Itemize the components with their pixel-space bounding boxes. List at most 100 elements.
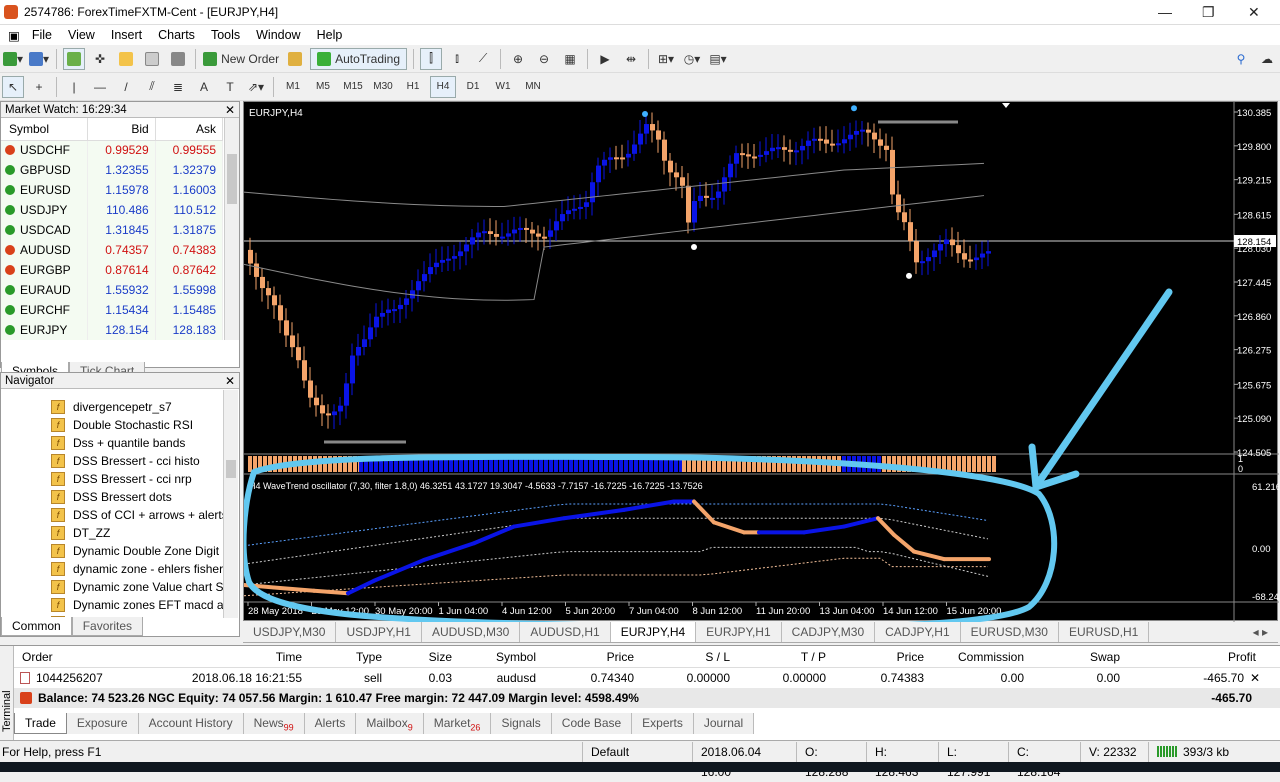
- navigator-item[interactable]: f Dynamic zones EFT macd av: [1, 596, 223, 614]
- terminal-tab[interactable]: Journal: [694, 713, 755, 734]
- menu-view[interactable]: View: [60, 28, 103, 42]
- market-watch-row[interactable]: USDJPY 110.486 110.512: [1, 200, 224, 220]
- col-tp[interactable]: T / P: [736, 650, 832, 664]
- chart-tab[interactable]: AUDUSD,H1: [520, 622, 611, 642]
- vertical-line-icon[interactable]: |: [63, 76, 85, 98]
- navigator-scrollbar[interactable]: [223, 390, 238, 618]
- order-row[interactable]: 1044256207 2018.06.18 16:21:55 sell 0.03…: [14, 668, 1280, 688]
- new-chart-icon[interactable]: ▾: [2, 48, 24, 70]
- candlestick-icon[interactable]: ⫾: [446, 48, 468, 70]
- col-profit[interactable]: Profit: [1126, 650, 1266, 664]
- horizontal-line-icon[interactable]: —: [89, 76, 111, 98]
- menu-charts[interactable]: Charts: [150, 28, 203, 42]
- timeframe-d1[interactable]: D1: [460, 76, 486, 98]
- chart-tab[interactable]: EURJPY,H4: [610, 622, 697, 642]
- timeframe-m15[interactable]: M15: [340, 76, 366, 98]
- market-watch-row[interactable]: USDCHF 0.99529 0.99555: [1, 140, 224, 160]
- navigator-item[interactable]: f DSS of CCI + arrows + alerts: [1, 506, 223, 524]
- navigator-item[interactable]: f Dynamic zone Value chart S: [1, 578, 223, 596]
- minimize-button[interactable]: —: [1158, 4, 1172, 20]
- market-watch-row[interactable]: EURCHF 1.15434 1.15485: [1, 300, 224, 320]
- col-symbol[interactable]: Symbol: [458, 650, 542, 664]
- terminal-tab[interactable]: Exposure: [67, 713, 139, 734]
- label-icon[interactable]: T: [219, 76, 241, 98]
- chart-tab[interactable]: USDJPY,H1: [336, 622, 422, 642]
- line-chart-icon[interactable]: ⟋: [472, 48, 494, 70]
- arrows-icon[interactable]: ⇗▾: [245, 76, 267, 98]
- col-price-current[interactable]: Price: [832, 650, 930, 664]
- fibonacci-icon[interactable]: ≣: [167, 76, 189, 98]
- bar-chart-icon[interactable]: ⫿: [420, 47, 443, 70]
- status-profile[interactable]: Default: [582, 741, 692, 762]
- terminal-tab[interactable]: Code Base: [552, 713, 633, 734]
- text-icon[interactable]: A: [193, 76, 215, 98]
- terminal-tab[interactable]: Alerts: [305, 713, 357, 734]
- timeframe-h1[interactable]: H1: [400, 76, 426, 98]
- periods-icon[interactable]: ◷▾: [681, 48, 703, 70]
- close-icon[interactable]: ✕: [225, 373, 235, 389]
- chart-window[interactable]: EURJPY,H4 H4 WaveTrend oscillator (7,30,…: [243, 101, 1279, 622]
- timeframe-mn[interactable]: MN: [520, 76, 546, 98]
- col-time[interactable]: Time: [138, 650, 308, 664]
- col-price[interactable]: Price: [542, 650, 640, 664]
- col-bid[interactable]: Bid: [87, 118, 156, 141]
- search-icon[interactable]: ⚲: [1230, 48, 1252, 70]
- indicators-icon[interactable]: ⊞▾: [655, 48, 677, 70]
- tab-favorites[interactable]: Favorites: [71, 617, 144, 636]
- timeframe-m30[interactable]: M30: [370, 76, 396, 98]
- close-order-icon[interactable]: ✕: [1250, 671, 1264, 685]
- col-type[interactable]: Type: [308, 650, 388, 664]
- trendline-icon[interactable]: /: [115, 76, 137, 98]
- crosshair-icon[interactable]: +: [28, 76, 50, 98]
- market-watch-row[interactable]: USDCAD 1.31845 1.31875: [1, 220, 224, 240]
- navigator-item[interactable]: f DT_ZZ: [1, 524, 223, 542]
- close-button[interactable]: ✕: [1248, 4, 1260, 21]
- market-watch-row[interactable]: EURJPY 128.154 128.183: [1, 320, 224, 340]
- menu-help[interactable]: Help: [309, 28, 351, 42]
- timeframe-m1[interactable]: M1: [280, 76, 306, 98]
- navigator-item[interactable]: f divergencepetr_s7: [1, 398, 223, 416]
- col-sl[interactable]: S / L: [640, 650, 736, 664]
- terminal-tab[interactable]: Signals: [491, 713, 552, 734]
- auto-scroll-icon[interactable]: ▶: [594, 48, 616, 70]
- terminal-tab[interactable]: News99: [244, 713, 305, 734]
- market-watch-row[interactable]: EURAUD 1.55932 1.55998: [1, 280, 224, 300]
- chart-tab[interactable]: CADJPY,H1: [875, 622, 961, 642]
- new-order-button[interactable]: New Order: [202, 48, 280, 70]
- zoom-out-icon[interactable]: ⊖: [533, 48, 555, 70]
- market-watch-row[interactable]: AUDUSD 0.74357 0.74383: [1, 240, 224, 260]
- data-window-icon[interactable]: ✜: [89, 48, 111, 70]
- terminal-icon[interactable]: [141, 48, 163, 70]
- navigator-item[interactable]: f DSS Bressert dots: [1, 488, 223, 506]
- navigator-item[interactable]: f Dynamic Double Zone Digit: [1, 542, 223, 560]
- col-commission[interactable]: Commission: [930, 650, 1030, 664]
- timeframe-h4[interactable]: H4: [430, 75, 456, 98]
- maximize-button[interactable]: ❐: [1202, 4, 1215, 21]
- chat-icon[interactable]: ☁: [1256, 48, 1278, 70]
- profiles-icon[interactable]: ▾: [28, 48, 50, 70]
- timeframe-w1[interactable]: W1: [490, 76, 516, 98]
- timeframe-m5[interactable]: M5: [310, 76, 336, 98]
- terminal-tab[interactable]: Account History: [139, 713, 244, 734]
- market-watch-row[interactable]: EURGBP 0.87614 0.87642: [1, 260, 224, 280]
- tab-common[interactable]: Common: [1, 617, 72, 636]
- market-watch-scrollbar[interactable]: [224, 118, 239, 340]
- market-watch-icon[interactable]: [63, 47, 86, 70]
- tester-icon[interactable]: [167, 48, 189, 70]
- navigator-item[interactable]: f DSS Bressert - cci histo: [1, 452, 223, 470]
- menu-tools[interactable]: Tools: [203, 28, 248, 42]
- market-watch-row[interactable]: EURUSD 1.15978 1.16003: [1, 180, 224, 200]
- terminal-tab[interactable]: Market26: [424, 713, 492, 734]
- terminal-tab[interactable]: Mailbox9: [356, 713, 424, 734]
- close-icon[interactable]: ✕: [225, 102, 235, 118]
- chart-tab[interactable]: AUDUSD,M30: [422, 622, 521, 642]
- navigator-item[interactable]: f Double Stochastic RSI: [1, 416, 223, 434]
- menu-window[interactable]: Window: [248, 28, 308, 42]
- cursor-icon[interactable]: ↖: [2, 75, 24, 98]
- channel-icon[interactable]: ⫽: [141, 76, 163, 98]
- col-order[interactable]: Order: [14, 650, 138, 664]
- col-size[interactable]: Size: [388, 650, 458, 664]
- navigator-item[interactable]: fDynamic zones kst (mtf + b: [1, 614, 223, 617]
- chart-tab[interactable]: USDJPY,M30: [243, 622, 337, 642]
- menu-file[interactable]: File: [24, 28, 60, 42]
